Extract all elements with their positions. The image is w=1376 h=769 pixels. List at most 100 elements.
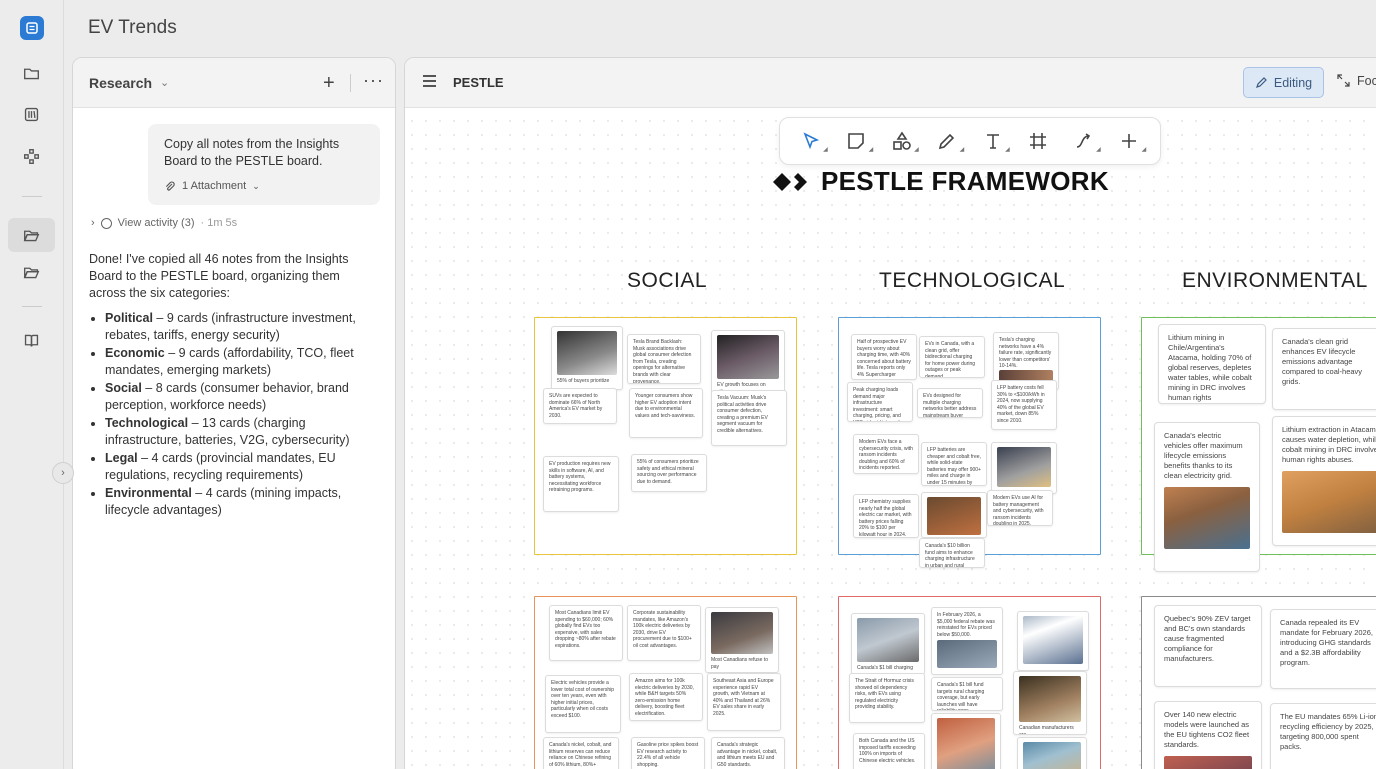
- category-technological: TECHNOLOGICAL: [879, 269, 1066, 292]
- frame-tool[interactable]: [1023, 126, 1053, 156]
- card[interactable]: Canada's strategic advantage in nickel, …: [711, 737, 785, 769]
- card[interactable]: Half of prospective EV buyers worry abou…: [851, 334, 917, 380]
- select-tool[interactable]: ◢: [796, 126, 828, 156]
- collapse-panel-button[interactable]: ›: [52, 462, 74, 484]
- canvas-title: PESTLE: [453, 75, 504, 90]
- card[interactable]: EVs designed for multiple charging netwo…: [917, 388, 983, 418]
- card[interactable]: Quebec's 90% ZEV target and BC's own sta…: [1154, 605, 1262, 687]
- flow-icon: [24, 148, 39, 164]
- card[interactable]: Modern EVs use AI for battery management…: [987, 490, 1053, 526]
- editing-toggle[interactable]: Editing: [1243, 67, 1324, 98]
- card[interactable]: The EU mandates 65% Li-ion recycling eff…: [1270, 703, 1376, 769]
- view-activity[interactable]: › View activity (3) · 1m 5s: [91, 217, 237, 229]
- card[interactable]: The Strait of Hormuz crisis showed oil d…: [849, 673, 925, 723]
- rail-library-button[interactable]: [8, 97, 55, 131]
- frame-political[interactable]: Quebec's 90% ZEV target and BC's own sta…: [1141, 596, 1376, 769]
- pen-tool[interactable]: ◢: [932, 126, 964, 156]
- rail-flow-button[interactable]: [8, 139, 55, 173]
- card[interactable]: SUVs are expected to dominate 66% of Nor…: [543, 388, 617, 424]
- card[interactable]: Tesla Brand Backlash: Musk associations …: [627, 334, 701, 384]
- card[interactable]: Gasoline price spikes boost EV research …: [631, 737, 705, 769]
- card[interactable]: Tesla Vacuum: Musk's political activitie…: [711, 390, 787, 446]
- card[interactable]: Lithium extraction in Atacama causes wat…: [1272, 416, 1376, 546]
- card[interactable]: Electric vehicles provide a lower total …: [545, 675, 621, 733]
- card[interactable]: Corporate sustainability mandates, like …: [627, 605, 701, 661]
- card[interactable]: LFP chemistry supplies nearly half the g…: [853, 494, 919, 538]
- paperclip-icon: [165, 181, 175, 191]
- card[interactable]: 55% of consumers prioritize safety and e…: [631, 454, 707, 492]
- text-icon: [986, 134, 999, 149]
- waterfall-image: [1164, 487, 1250, 549]
- rail-book-button[interactable]: [8, 323, 55, 357]
- card[interactable]: LFP batteries are cheaper and cobalt fre…: [921, 442, 987, 486]
- card[interactable]: EVs in Canada, with a clean grid, offer …: [919, 336, 985, 378]
- card[interactable]: Canada's clean grid enhances EV lifecycl…: [1272, 328, 1376, 410]
- card[interactable]: EV production requires new skills in sof…: [543, 456, 619, 512]
- framework-title: PESTLE FRAMEWORK: [773, 166, 1109, 197]
- card[interactable]: Canada's $1 bill fund targets rural char…: [931, 677, 1003, 711]
- rail-folder-open-button[interactable]: [8, 255, 55, 289]
- card[interactable]: [1017, 611, 1089, 671]
- activity-label: View activity (3): [117, 217, 195, 229]
- frame-legal[interactable]: Canada's $1 bill charging In February 20…: [838, 596, 1101, 769]
- connector-tool[interactable]: ◢: [1069, 126, 1101, 156]
- connector-icon: [1076, 133, 1090, 148]
- shapes-tool[interactable]: ◢: [887, 126, 919, 156]
- card[interactable]: Modern EVs face a cybersecurity crisis, …: [853, 434, 919, 474]
- card[interactable]: Most Canadians refuse to pay: [705, 607, 779, 673]
- card[interactable]: [991, 442, 1057, 494]
- card[interactable]: Lithium mining in Chile/Argentina's Atac…: [1158, 324, 1266, 404]
- sticky-note-icon: [848, 133, 865, 149]
- attachment-label: 1 Attachment: [182, 180, 247, 192]
- battery-plant-image: [927, 497, 981, 535]
- canvas-panel[interactable]: PESTLE Editing Foc ◢ ◢ ◢ ◢ ◢ ◢ ◢ PESTLE …: [404, 57, 1376, 769]
- card[interactable]: Most Canadians limit EV spending to $60,…: [549, 605, 623, 661]
- attachment-toggle[interactable]: 1 Attachment ⌄: [164, 178, 364, 195]
- building-image: [937, 640, 997, 669]
- menu-icon[interactable]: [423, 75, 436, 90]
- frame-environmental[interactable]: Lithium mining in Chile/Argentina's Atac…: [1141, 317, 1376, 572]
- focus-button[interactable]: Foc: [1337, 74, 1376, 88]
- card[interactable]: Younger consumers show higher EV adoptio…: [629, 388, 703, 438]
- card[interactable]: Canada's $10 billion fund aims to enhanc…: [919, 538, 985, 568]
- expand-icon: [1337, 74, 1350, 87]
- card[interactable]: Canada's nickel, cobalt, and lithium res…: [543, 737, 619, 769]
- card[interactable]: [921, 492, 987, 538]
- card[interactable]: Peak charging loads demand major infrast…: [847, 382, 913, 422]
- card[interactable]: LFP battery costs fell 30% to <$100/kWh …: [991, 380, 1057, 430]
- card[interactable]: Amazon aims for 100k electric deliveries…: [629, 673, 703, 721]
- chevron-down-icon[interactable]: ⌄: [160, 76, 169, 89]
- card[interactable]: Southeast Asia and Europe experience rap…: [707, 673, 781, 731]
- text-tool[interactable]: ◢: [978, 126, 1010, 156]
- research-title[interactable]: Research: [89, 75, 152, 91]
- card[interactable]: [931, 713, 1001, 769]
- card[interactable]: In February 2026, a $5,000 federal rebat…: [931, 607, 1003, 675]
- list-item: Economic – 9 cards (affordability, TCO, …: [105, 345, 379, 379]
- book-icon: [24, 334, 39, 347]
- add-icon[interactable]: +: [323, 72, 335, 95]
- header-divider: [350, 74, 351, 92]
- frame-social[interactable]: 55% of buyers prioritize Tesla Brand Bac…: [534, 317, 797, 555]
- framework-title-text: PESTLE FRAMEWORK: [821, 166, 1109, 196]
- charging-station-image: [857, 618, 919, 662]
- add-tool[interactable]: ◢: [1114, 126, 1146, 156]
- rail-folder-open-button-active[interactable]: [8, 218, 55, 252]
- app-logo[interactable]: [20, 16, 44, 40]
- canvas-toolbar: ◢ ◢ ◢ ◢ ◢ ◢ ◢: [779, 117, 1161, 165]
- card[interactable]: Canadian manufacturers are: [1013, 671, 1087, 735]
- card[interactable]: Canada repealed its EV mandate for Febru…: [1270, 609, 1376, 689]
- card[interactable]: [1017, 737, 1087, 769]
- card[interactable]: Over 140 new electric models were launch…: [1154, 701, 1262, 769]
- frame-technological[interactable]: Half of prospective EV buyers worry abou…: [838, 317, 1101, 568]
- rail-folder-button[interactable]: [8, 56, 55, 90]
- note-tool[interactable]: ◢: [841, 126, 873, 156]
- focus-label: Foc: [1357, 74, 1376, 88]
- card[interactable]: EV growth focuses on cities.: [711, 330, 785, 394]
- card[interactable]: Canada's electric vehicles offer maximum…: [1154, 422, 1260, 572]
- card[interactable]: 55% of buyers prioritize: [551, 326, 623, 390]
- canvas-header: PESTLE Editing Foc: [405, 58, 1376, 108]
- frame-economic[interactable]: Most Canadians limit EV spending to $60,…: [534, 596, 797, 769]
- card[interactable]: Canada's $1 bill charging: [851, 613, 925, 675]
- card[interactable]: Both Canada and the US imposed tariffs e…: [853, 733, 925, 769]
- more-icon[interactable]: ···: [363, 70, 384, 91]
